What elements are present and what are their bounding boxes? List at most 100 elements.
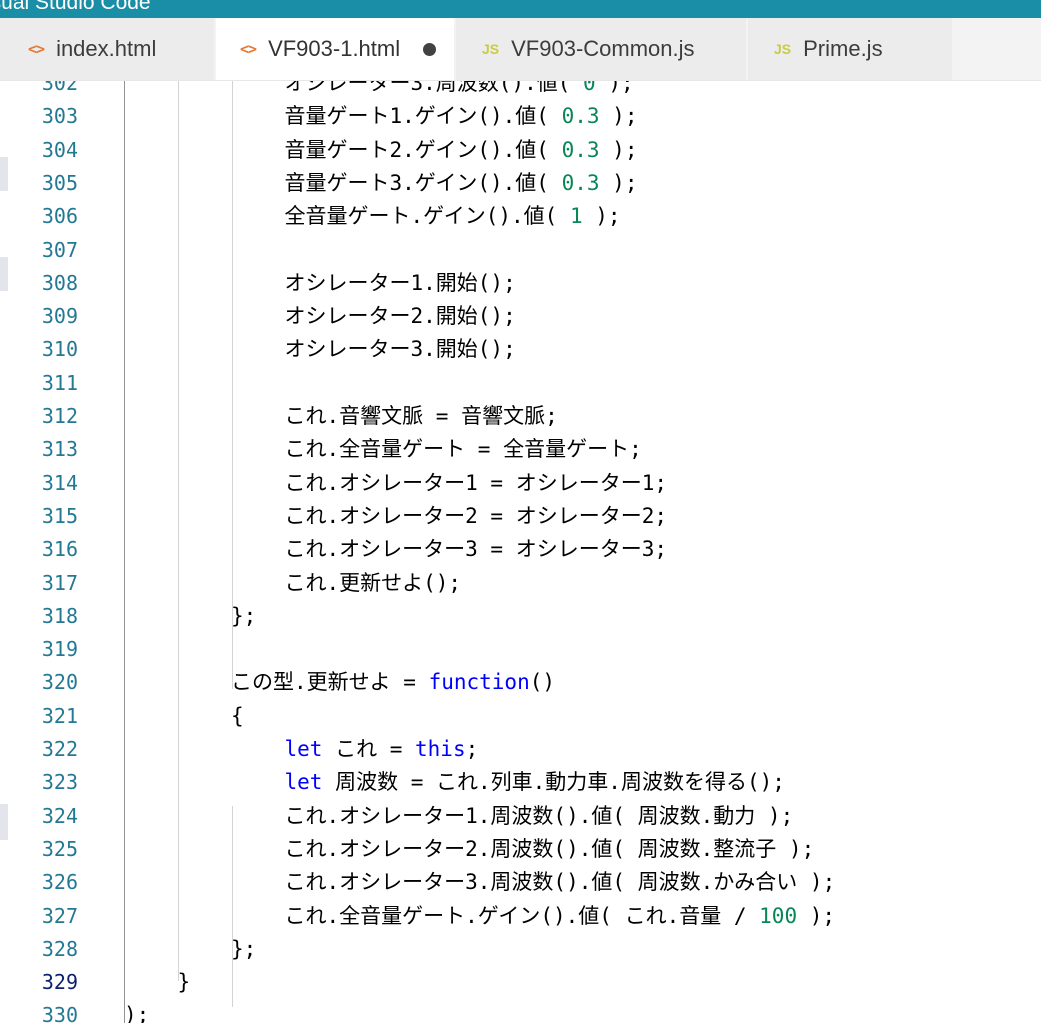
code-text: これ.オシレーター3.周波数().値( 周波数.かみ合い ); (285, 866, 836, 899)
line-number: 316 (41, 537, 78, 562)
code-text: } (178, 966, 191, 999)
code-line[interactable]: 304 音量ゲート2.ゲイン().値( 0.3 ); (0, 134, 1041, 167)
code-line[interactable]: 327 これ.全音量ゲート.ゲイン().値( これ.音量 / 100 ); (0, 900, 1041, 933)
keyword: function (428, 670, 530, 695)
code-text: これ.全音量ゲート.ゲイン().値( これ.音量 / 100 ); (285, 900, 836, 933)
code-token: ; (465, 737, 479, 761)
code-token: これ.オシレーター1.周波数().値( 周波数.動力 ); (284, 803, 794, 828)
code-editor[interactable]: 302 オシレーター3.周波数().値( 0 ); 303 音量ゲート1.ゲイン().… (0, 81, 1041, 1023)
code-token: オシレーター3.開始(); (284, 337, 516, 362)
tab-prime-js[interactable]: JS Prime.js (748, 18, 953, 80)
code-text: { (231, 700, 244, 733)
line-number: 309 (41, 304, 78, 329)
number-literal: 0 (583, 81, 596, 95)
tab-index-html[interactable]: <> index.html (0, 18, 215, 80)
code-line[interactable]: 310 オシレーター3.開始(); (0, 333, 1041, 366)
code-line[interactable]: 302 オシレーター3.周波数().値( 0 ); (0, 81, 1041, 100)
tab-label: VF903-Common.js (511, 36, 695, 61)
line-number: 324 (41, 803, 78, 828)
line-number: 317 (41, 570, 78, 595)
code-text: 音量ゲート1.ゲイン().値( 0.3 ); (285, 100, 638, 133)
line-number: 311 (41, 370, 78, 395)
line-number: 328 (41, 936, 78, 961)
code-line[interactable]: 325 これ.オシレーター2.周波数().値( 周波数.整流子 ); (0, 833, 1041, 866)
tab-label: Prime.js (803, 36, 883, 61)
code-text: オシレーター1.開始(); (285, 267, 516, 300)
code-line[interactable]: 326 これ.オシレーター3.周波数().値( 周波数.かみ合い ); (0, 866, 1041, 899)
code-token: } (177, 970, 191, 995)
code-token: () (529, 670, 556, 695)
line-number: 326 (41, 870, 78, 895)
keyword: this (415, 737, 466, 761)
line-number: 322 (41, 737, 78, 761)
code-line[interactable]: 322 let これ = this; (0, 733, 1041, 766)
js-file-icon: JS (774, 41, 792, 57)
line-number: 306 (41, 204, 78, 229)
code-line[interactable]: 315 これ.オシレーター2 = オシレーター2; (0, 500, 1041, 533)
code-token: これ.オシレーター2 = オシレーター2; (284, 503, 668, 528)
code-line[interactable]: 321 { (0, 700, 1041, 733)
code-text: これ.全音量ゲート = 全音量ゲート; (285, 433, 642, 466)
code-line[interactable]: 323 let 周波数 = これ.列車.動力車.周波数を得る(); (0, 766, 1041, 799)
line-number: 321 (41, 703, 78, 728)
tab-vf903-common-js[interactable]: JS VF903-Common.js (456, 18, 747, 80)
code-line[interactable]: 303 音量ゲート1.ゲイン().値( 0.3 ); (0, 100, 1041, 133)
code-text: これ.オシレーター1 = オシレーター1; (285, 467, 668, 500)
code-line[interactable]: 305 音量ゲート3.ゲイン().値( 0.3 ); (0, 167, 1041, 200)
code-token: 音量ゲート3.ゲイン().値( (284, 170, 562, 195)
code-token: { (231, 703, 244, 728)
code-line[interactable]: 313 これ.全音量ゲート = 全音量ゲート; (0, 433, 1041, 466)
code-line[interactable]: 306 全音量ゲート.ゲイン().値( 1 ); (0, 200, 1041, 233)
code-line[interactable]: 316 これ.オシレーター3 = オシレーター3; (0, 533, 1041, 566)
code-line[interactable]: 317 これ.更新せよ(); (0, 567, 1041, 600)
code-line[interactable]: 324 これ.オシレーター1.周波数().値( 周波数.動力 ); (0, 800, 1041, 833)
line-number: 312 (41, 404, 78, 428)
code-token: 音量ゲート2.ゲイン().値( (284, 137, 562, 162)
code-token: これ.更新せよ(); (284, 570, 462, 595)
code-text: 音量ゲート2.ゲイン().値( 0.3 ); (285, 134, 638, 167)
code-token: ); (599, 104, 638, 129)
code-text: }; (231, 933, 256, 966)
code-text: ); (124, 999, 149, 1023)
code-token: ); (797, 903, 836, 928)
code-line[interactable]: 329} (0, 966, 1041, 999)
code-line[interactable]: 307 (0, 234, 1041, 267)
tab-vf903-1-html[interactable]: <> VF903-1.html (216, 18, 455, 80)
code-text: 全音量ゲート.ゲイン().値( 1 ); (285, 200, 621, 233)
code-line[interactable]: 330); (0, 999, 1041, 1023)
code-line[interactable]: 318}; (0, 600, 1041, 633)
tab-label: VF903-1.html (268, 36, 401, 61)
code-token: オシレーター2.開始(); (284, 304, 516, 329)
line-number: 302 (41, 81, 78, 95)
code-text: 音量ゲート3.ゲイン().値( 0.3 ); (285, 167, 638, 200)
line-number: 330 (41, 1003, 78, 1023)
code-token: ); (599, 170, 638, 195)
code-text: これ.オシレーター1.周波数().値( 周波数.動力 ); (285, 800, 794, 833)
number-literal: 1 (569, 204, 583, 229)
code-line[interactable]: 312 これ.音響文脈 = 音響文脈; (0, 400, 1041, 433)
code-line[interactable]: 309 オシレーター2.開始(); (0, 300, 1041, 333)
line-number: 329 (41, 970, 78, 995)
code-line[interactable]: 319 (0, 633, 1041, 666)
keyword: let (284, 737, 323, 761)
code-line[interactable]: 311 (0, 367, 1041, 400)
code-token: }; (231, 936, 257, 961)
code-text: オシレーター3.周波数().値( 0 ); (285, 81, 634, 100)
code-line[interactable]: 328}; (0, 933, 1041, 966)
unsaved-changes-dot-icon[interactable] (423, 43, 436, 56)
code-token: これ.音響文脈 = 音響文脈; (284, 404, 558, 428)
code-line[interactable]: 320 この型.更新せよ = function() (0, 666, 1041, 699)
line-number: 323 (41, 770, 78, 795)
code-line[interactable]: 314 これ.オシレーター1 = オシレーター1; (0, 467, 1041, 500)
number-literal: 100 (759, 903, 798, 928)
code-token: ); (599, 137, 638, 162)
code-line[interactable]: 308 オシレーター1.開始(); (0, 267, 1041, 300)
code-token: ); (595, 81, 634, 95)
number-literal: 0.3 (561, 137, 600, 162)
number-literal: 0.3 (561, 170, 600, 195)
code-text: これ.更新せよ(); (285, 567, 462, 600)
code-text: let 周波数 = これ.列車.動力車.周波数を得る(); (285, 766, 785, 799)
html-file-icon: <> (240, 40, 257, 58)
code-token: これ.全音量ゲート.ゲイン().値( これ.音量 / (284, 903, 760, 928)
window-title: isual Studio Code (0, 0, 151, 14)
